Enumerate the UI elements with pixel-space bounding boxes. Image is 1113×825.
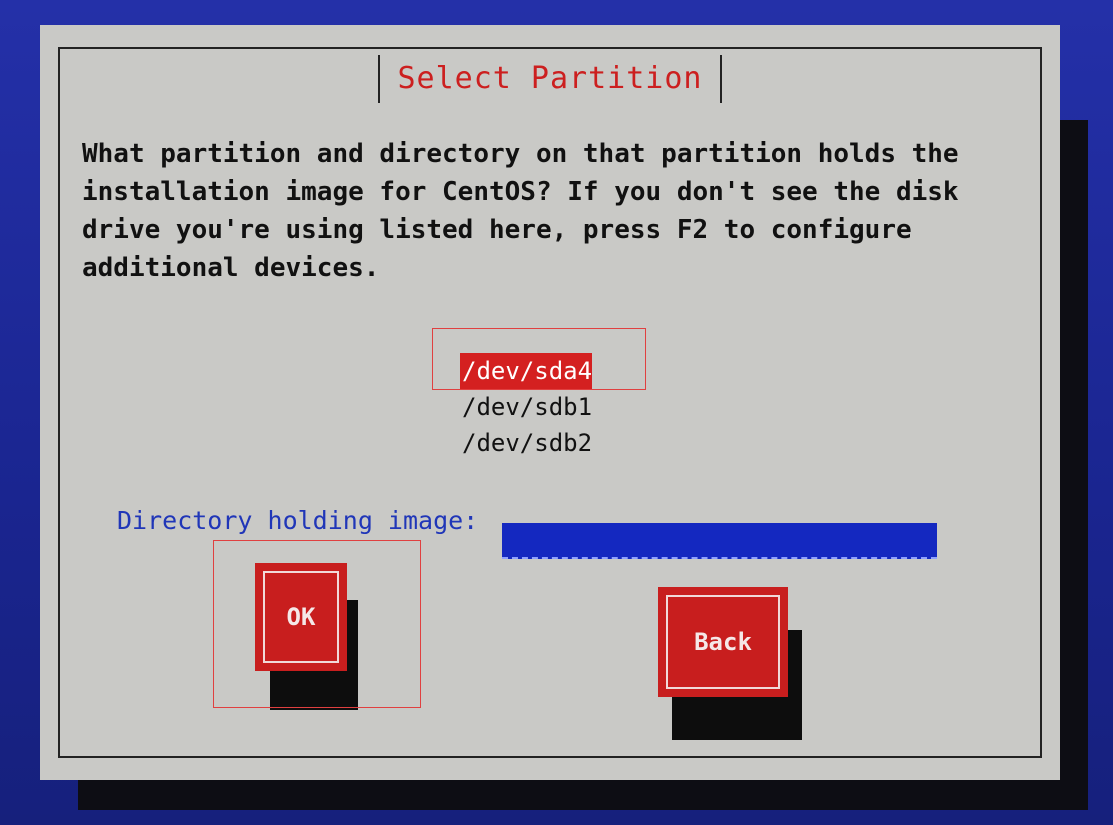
installer-screen: Select Partition What partition and dire… xyxy=(0,0,1113,825)
back-button-label: Back xyxy=(666,595,780,689)
partition-item-sdb2[interactable]: /dev/sdb2 xyxy=(460,425,592,461)
dialog-title: Select Partition xyxy=(377,55,723,103)
directory-label: Directory holding image: xyxy=(117,506,479,535)
dialog-title-bar: Select Partition xyxy=(40,55,1060,107)
partition-item-sdb1[interactable]: /dev/sdb1 xyxy=(460,389,592,425)
directory-input[interactable] xyxy=(502,523,937,559)
highlight-box-partition xyxy=(432,328,646,390)
dialog-prompt: What partition and directory on that par… xyxy=(82,139,959,283)
select-partition-dialog: Select Partition What partition and dire… xyxy=(40,25,1060,780)
back-button[interactable]: Back xyxy=(658,587,788,697)
highlight-box-ok xyxy=(213,540,421,708)
